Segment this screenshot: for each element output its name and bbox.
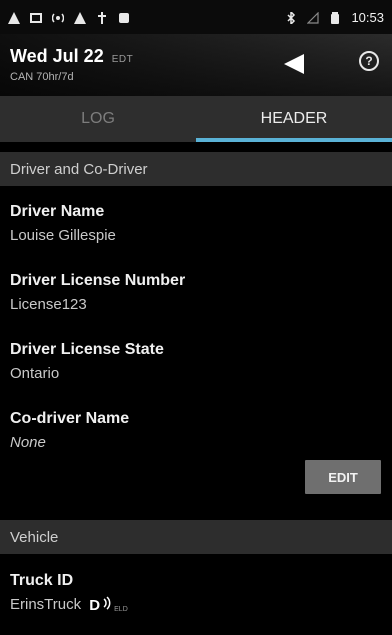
codriver-name-value: None: [10, 434, 46, 451]
license-state-field: Driver License State Ontario: [10, 341, 380, 382]
driver-name-value: Louise Gillespie: [10, 227, 116, 244]
log-header-bar: Wed Jul 22 EDT CAN 70hr/7d ?: [0, 34, 392, 96]
truck-id-value: ErinsTruck: [10, 596, 82, 613]
previous-day-arrow-icon[interactable]: [284, 54, 304, 74]
log-date[interactable]: Wed Jul 22: [10, 46, 104, 67]
tab-bar: LOG HEADER: [0, 96, 392, 142]
warning-icon: [8, 11, 20, 24]
license-state-label: Driver License State: [10, 341, 164, 358]
signal-outline-icon: [307, 11, 320, 24]
license-state-value: Ontario: [10, 365, 60, 382]
codriver-name-label: Co-driver Name: [10, 410, 130, 427]
help-icon[interactable]: ?: [359, 51, 379, 71]
codriver-name-field: Co-driver Name None: [10, 410, 380, 451]
driver-name-field: Driver Name Louise Gillespie: [10, 203, 380, 244]
square-icon: [30, 11, 42, 23]
tab-header[interactable]: HEADER: [196, 96, 392, 142]
tab-log[interactable]: LOG: [0, 96, 196, 142]
timezone-label: EDT: [111, 54, 134, 65]
battery-icon: [329, 11, 341, 24]
section-driver-header: Driver and Co-Driver: [0, 152, 392, 186]
status-bar: 10:53: [0, 0, 392, 34]
status-time: 10:53: [351, 9, 384, 25]
edit-button[interactable]: EDIT: [305, 460, 381, 494]
eld-letter: D: [89, 597, 101, 615]
cycle-label: CAN 70hr/7d: [10, 71, 74, 83]
square-icon: [118, 11, 130, 23]
bluetooth-icon: [285, 10, 297, 26]
license-number-label: Driver License Number: [10, 272, 186, 289]
tower-icon: [96, 11, 108, 24]
license-number-value: License123: [10, 296, 87, 313]
license-number-field: Driver License Number License123: [10, 272, 380, 313]
eld-badge: D ELD: [89, 596, 128, 615]
signal-icon: [51, 11, 65, 23]
eld-wave-icon: [102, 596, 112, 614]
truck-id-field: Truck ID ErinsTruck D ELD: [10, 572, 380, 614]
truck-id-label: Truck ID: [10, 572, 74, 589]
eld-text: ELD: [114, 606, 128, 614]
driver-name-label: Driver Name: [10, 203, 105, 220]
truck-id-value-row: ErinsTruck D ELD: [10, 596, 380, 614]
section-vehicle-header: Vehicle: [0, 520, 392, 554]
warning-icon: [74, 11, 86, 24]
